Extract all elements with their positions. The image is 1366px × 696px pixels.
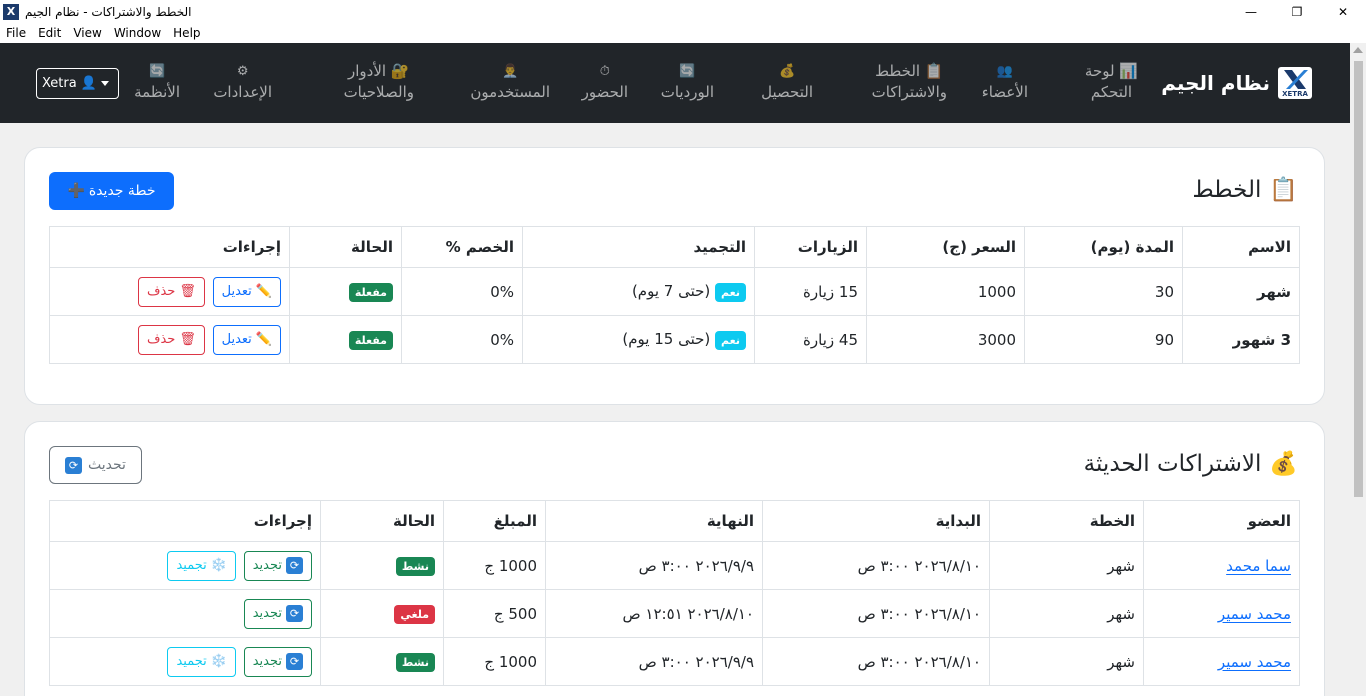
col-end: النهاية	[545, 500, 763, 542]
col-freeze: التجميد	[522, 226, 755, 268]
freeze-badge: نعم	[715, 330, 746, 350]
table-row: محمد سمير شهر ٢٠٢٦/٨/١٠ ٣:٠٠ ص ٢٠٢٦/٨/١٠…	[49, 589, 1300, 638]
nav-attendance[interactable]: ⏱ الحضور	[582, 61, 628, 103]
freeze-button[interactable]: ❄️ تجميد	[167, 646, 236, 677]
col-discount: الخصم %	[401, 226, 523, 268]
scroll-up-arrow-icon[interactable]	[1353, 47, 1363, 53]
window-title: الخطط والاشتراكات - نظام الجيم	[25, 4, 192, 19]
snowflake-icon: ❄️	[210, 558, 227, 573]
renew-button[interactable]: ⟳ تجديد	[243, 598, 312, 629]
subscriptions-card: 💰 الاشتراكات الحديثة تحديث ⟳ العضو الخطة…	[24, 421, 1325, 696]
plans-table: الاسم المدة (يوم) السعر (ج) الزيارات الت…	[49, 226, 1300, 364]
nav-plans[interactable]: 📋 الخطط والاشتراكات	[872, 61, 947, 103]
col-status: الحالة	[320, 500, 444, 542]
nav-roles[interactable]: 🔐 الأدوار والصلاحيات	[344, 61, 414, 103]
caret-down-icon	[101, 81, 110, 86]
plans-title: 📋 الخطط	[1192, 176, 1298, 204]
col-status: الحالة	[289, 226, 402, 268]
menu-view[interactable]: View	[67, 26, 107, 40]
pencil-icon: ✏️	[255, 284, 272, 299]
subscriptions-title: 💰 الاشتراكات الحديثة	[1083, 450, 1298, 478]
refresh-button[interactable]: تحديث ⟳	[49, 446, 142, 484]
app-icon: X	[3, 3, 19, 20]
top-navbar: XETRA نظام الجيم 📊 لوحة التحكم 👥 الأعضاء…	[0, 43, 1350, 123]
nav-settings[interactable]: ⚙ الإعدادات	[213, 61, 272, 103]
col-price: السعر (ج)	[866, 226, 1025, 268]
nav-dashboard[interactable]: 📊 لوحة التحكم	[1085, 61, 1138, 103]
xetra-logo-icon: XETRA	[1278, 67, 1312, 99]
money-bag-icon: 💰	[1269, 451, 1298, 477]
status-badge: نشط	[395, 556, 435, 576]
menu-file[interactable]: File	[0, 26, 32, 40]
col-name: الاسم	[1182, 226, 1300, 268]
members-icon: 👥	[996, 64, 1013, 79]
window-titlebar: X الخطط والاشتراكات - نظام الجيم — ❐ ✕	[0, 0, 1366, 23]
col-visits: الزيارات	[754, 226, 867, 268]
col-duration: المدة (يوم)	[1024, 226, 1183, 268]
table-row: شهر 30 1000 15 زيارة نعم (حتى 7 يوم) 0% …	[49, 267, 1300, 316]
money-bag-icon: 💰	[778, 64, 796, 79]
maximize-button[interactable]: ❐	[1274, 0, 1320, 23]
edit-button[interactable]: ✏️ تعديل	[212, 324, 281, 355]
refresh-icon: ⟳	[286, 605, 303, 622]
renew-button[interactable]: ⟳ تجديد	[243, 550, 312, 581]
menu-bar: File Edit View Window Help	[0, 23, 1366, 43]
subscriptions-table: العضو الخطة البداية النهاية المبلغ الحال…	[49, 500, 1300, 686]
stopwatch-icon: ⏱	[599, 64, 610, 79]
trash-icon: 🗑	[179, 332, 196, 347]
status-badge: مفعلة	[348, 282, 393, 302]
users-icon: 👨‍💼	[502, 64, 519, 79]
refresh-icon: ⟳	[286, 557, 303, 574]
plans-card: 📋 الخطط خطة جديدة ➕ الاسم المدة (يوم) ال…	[24, 147, 1325, 405]
delete-button[interactable]: 🗑 حذف	[137, 276, 205, 307]
renew-button[interactable]: ⟳ تجديد	[243, 646, 312, 677]
pencil-icon: ✏️	[255, 332, 272, 347]
svg-text:XETRA: XETRA	[1282, 90, 1308, 98]
table-row: 3 شهور 90 3000 45 زيارة نعم (حتى 15 يوم)…	[49, 315, 1300, 364]
col-start: البداية	[762, 500, 990, 542]
refresh-icon: 🔄	[679, 64, 696, 79]
status-badge: نشط	[395, 652, 435, 672]
freeze-button[interactable]: ❄️ تجميد	[167, 550, 236, 581]
gear-icon: ⚙	[236, 64, 249, 79]
brand-name: نظام الجيم	[1161, 71, 1270, 95]
trash-icon: 🗑	[179, 284, 196, 299]
member-link[interactable]: سما محمد	[1226, 557, 1291, 575]
nav-collection[interactable]: 💰 التحصيل	[761, 61, 813, 103]
nav-systems[interactable]: 🔄 الأنظمة	[134, 61, 180, 103]
col-member: العضو	[1143, 500, 1300, 542]
minimize-button[interactable]: —	[1228, 0, 1274, 23]
user-menu-button[interactable]: Xetra 👤	[36, 68, 119, 99]
nav-shifts[interactable]: 🔄 الورديات	[661, 61, 714, 103]
refresh-icon: 🔄	[148, 64, 166, 79]
col-actions: إجراءات	[49, 226, 290, 268]
member-link[interactable]: محمد سمير	[1218, 605, 1291, 623]
member-link[interactable]: محمد سمير	[1218, 653, 1291, 671]
clipboard-icon: 📋	[1269, 177, 1298, 203]
col-amount: المبلغ	[443, 500, 546, 542]
menu-edit[interactable]: Edit	[32, 26, 67, 40]
brand[interactable]: XETRA نظام الجيم	[1161, 67, 1312, 99]
nav-members[interactable]: 👥 الأعضاء	[982, 61, 1028, 103]
col-plan: الخطة	[989, 500, 1144, 542]
nav-users[interactable]: 👨‍💼 المستخدمون	[470, 61, 550, 103]
close-button[interactable]: ✕	[1320, 0, 1366, 23]
table-row: سما محمد شهر ٢٠٢٦/٨/١٠ ٣:٠٠ ص ٢٠٢٦/٩/٩ ٣…	[49, 541, 1300, 590]
col-actions: إجراءات	[49, 500, 321, 542]
vertical-scrollbar[interactable]	[1350, 43, 1366, 696]
status-badge: ملغي	[394, 604, 435, 624]
snowflake-icon: ❄️	[210, 654, 227, 669]
table-row: محمد سمير شهر ٢٠٢٦/٨/١٠ ٣:٠٠ ص ٢٠٢٦/٩/٩ …	[49, 637, 1300, 686]
refresh-icon: ⟳	[65, 456, 83, 474]
status-badge: مفعلة	[348, 330, 393, 350]
delete-button[interactable]: 🗑 حذف	[137, 324, 205, 355]
menu-window[interactable]: Window	[108, 26, 167, 40]
new-plan-button[interactable]: خطة جديدة ➕	[49, 172, 174, 210]
freeze-badge: نعم	[715, 282, 746, 302]
scrollbar-thumb[interactable]	[1354, 61, 1363, 497]
refresh-icon: ⟳	[286, 653, 303, 670]
edit-button[interactable]: ✏️ تعديل	[212, 276, 281, 307]
menu-help[interactable]: Help	[167, 26, 206, 40]
plus-icon: ➕	[67, 183, 85, 199]
